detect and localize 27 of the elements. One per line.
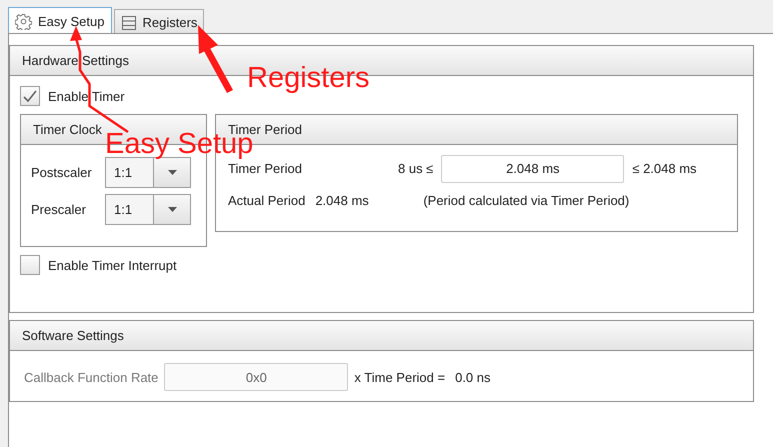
checkbox[interactable] — [20, 255, 40, 275]
checkbox-label: Enable Timer — [48, 88, 125, 104]
dropdown[interactable]: 1:1 — [105, 194, 191, 225]
group-title: Timer Clock — [33, 122, 102, 137]
field-label: Callback Function Rate — [24, 370, 158, 384]
formula-label: x Time Period = — [354, 370, 446, 384]
tab[interactable]: Easy Setup — [8, 7, 112, 35]
group-title: Hardware Settings — [22, 53, 129, 68]
gear-icon — [15, 13, 32, 30]
max-label: ≤ 2.048 ms — [632, 161, 697, 176]
checkbox[interactable] — [20, 86, 40, 106]
list-icon — [120, 14, 136, 30]
field-label: Timer Period — [228, 161, 303, 176]
result-value: 0.0 ns — [455, 370, 491, 384]
tab[interactable]: Registers — [114, 9, 204, 35]
caret-icon — [168, 207, 176, 212]
actual-period-value: 2.048 ms — [315, 192, 370, 208]
period-note: (Period calculated via Timer Period) — [423, 192, 630, 208]
checkbox-label: Enable Timer Interrupt — [48, 258, 177, 272]
annotation-label: Registers — [247, 64, 370, 93]
field-label: Actual Period — [228, 192, 306, 208]
caret-icon — [168, 170, 176, 175]
timer-period-field[interactable]: 2.048 ms — [441, 154, 624, 182]
min-label: 8 us ≤ — [398, 161, 434, 176]
group-title: Software Settings — [22, 328, 124, 343]
field-label: Prescaler — [31, 202, 87, 217]
field-label: Postscaler — [31, 165, 93, 180]
